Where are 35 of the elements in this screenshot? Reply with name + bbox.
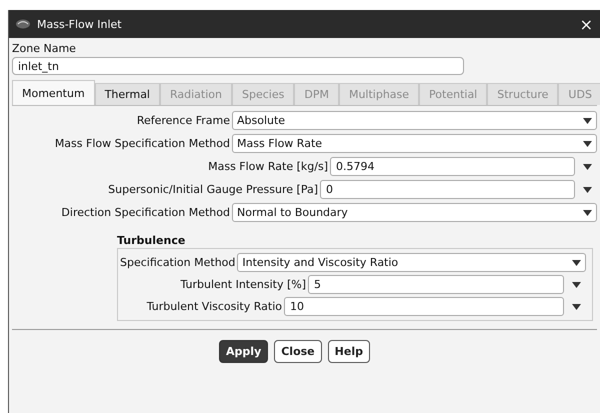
- input-field[interactable]: 10: [284, 297, 564, 316]
- caret-icon: [583, 118, 592, 124]
- field-label: Direction Specification Method: [61, 206, 230, 219]
- field-label: Mass Flow Specification Method: [54, 137, 230, 150]
- caret-icon: [582, 186, 592, 192]
- dropdown[interactable]: Mass Flow Rate: [232, 134, 597, 153]
- dialog-button[interactable]: Apply: [219, 340, 268, 363]
- field-label: Supersonic/Initial Gauge Pressure [Pa]: [108, 183, 318, 196]
- window-title: Mass-Flow Inlet: [37, 18, 123, 30]
- caret-icon: [572, 304, 580, 310]
- field-label: Turbulent Viscosity Ratio: [146, 300, 282, 313]
- app-logo-icon: [15, 18, 31, 30]
- input-field[interactable]: 0.5794: [330, 157, 575, 176]
- dropdown[interactable]: Normal to Boundary: [232, 203, 597, 222]
- caret-icon: [572, 260, 581, 266]
- dialog-button[interactable]: Close: [274, 340, 322, 363]
- group-title: Turbulence: [117, 234, 186, 247]
- dropdown[interactable]: Absolute: [232, 111, 597, 130]
- close-button[interactable]: ×: [578, 14, 595, 34]
- dialog-button[interactable]: Help: [328, 340, 370, 363]
- field-label: Specification Method: [120, 256, 236, 269]
- caret-icon: [582, 164, 592, 170]
- caret-icon: [583, 140, 592, 146]
- tab[interactable]: Momentum: [12, 80, 95, 105]
- field-label: Zone Name: [12, 42, 77, 55]
- tab[interactable]: Thermal: [94, 83, 160, 105]
- input-field[interactable]: 5: [308, 275, 564, 294]
- field-label: Reference Frame: [136, 114, 230, 127]
- caret-icon: [583, 210, 592, 216]
- caret-icon: [572, 282, 580, 288]
- dropdown[interactable]: Intensity and Viscosity Ratio: [237, 253, 586, 272]
- input-field[interactable]: 0: [320, 180, 575, 199]
- input-field[interactable]: inlet_tn: [12, 57, 464, 75]
- field-label: Mass Flow Rate [kg/s]: [208, 160, 328, 173]
- field-label: Turbulent Intensity [%]: [180, 278, 306, 291]
